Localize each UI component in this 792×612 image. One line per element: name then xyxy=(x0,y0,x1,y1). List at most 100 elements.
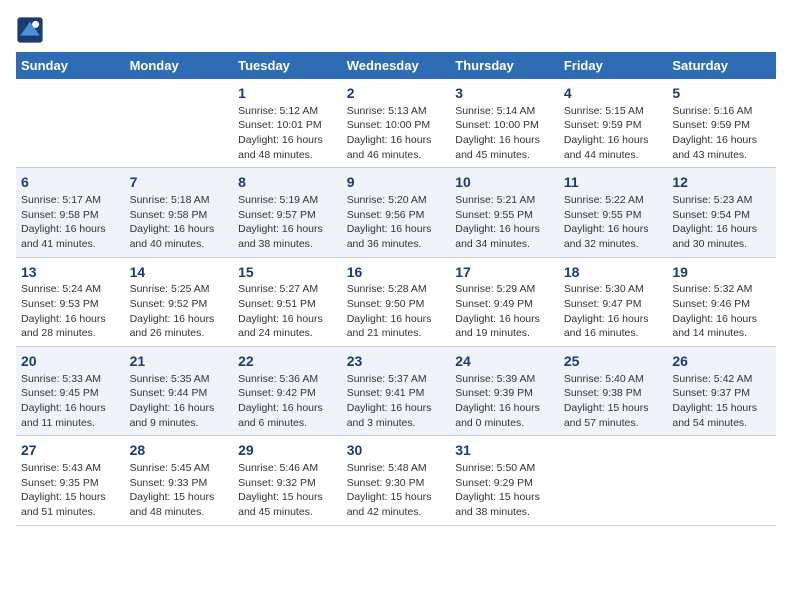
calendar-cell: 17Sunrise: 5:29 AM Sunset: 9:49 PM Dayli… xyxy=(450,257,559,346)
calendar-cell: 16Sunrise: 5:28 AM Sunset: 9:50 PM Dayli… xyxy=(342,257,451,346)
calendar-cell: 1Sunrise: 5:12 AM Sunset: 10:01 PM Dayli… xyxy=(233,79,342,168)
day-number: 18 xyxy=(564,263,663,283)
day-number: 15 xyxy=(238,263,337,283)
day-info: Sunrise: 5:20 AM Sunset: 9:56 PM Dayligh… xyxy=(347,193,446,252)
calendar-cell: 8Sunrise: 5:19 AM Sunset: 9:57 PM Daylig… xyxy=(233,168,342,257)
day-number: 17 xyxy=(455,263,554,283)
day-number: 8 xyxy=(238,173,337,193)
calendar-cell: 15Sunrise: 5:27 AM Sunset: 9:51 PM Dayli… xyxy=(233,257,342,346)
day-info: Sunrise: 5:27 AM Sunset: 9:51 PM Dayligh… xyxy=(238,282,337,341)
calendar-cell: 9Sunrise: 5:20 AM Sunset: 9:56 PM Daylig… xyxy=(342,168,451,257)
calendar-cell xyxy=(559,436,668,525)
day-info: Sunrise: 5:19 AM Sunset: 9:57 PM Dayligh… xyxy=(238,193,337,252)
day-info: Sunrise: 5:18 AM Sunset: 9:58 PM Dayligh… xyxy=(130,193,229,252)
day-info: Sunrise: 5:43 AM Sunset: 9:35 PM Dayligh… xyxy=(21,461,120,520)
day-info: Sunrise: 5:46 AM Sunset: 9:32 PM Dayligh… xyxy=(238,461,337,520)
day-number: 31 xyxy=(455,441,554,461)
calendar-cell: 6Sunrise: 5:17 AM Sunset: 9:58 PM Daylig… xyxy=(16,168,125,257)
day-info: Sunrise: 5:22 AM Sunset: 9:55 PM Dayligh… xyxy=(564,193,663,252)
calendar-cell: 3Sunrise: 5:14 AM Sunset: 10:00 PM Dayli… xyxy=(450,79,559,168)
calendar-cell: 29Sunrise: 5:46 AM Sunset: 9:32 PM Dayli… xyxy=(233,436,342,525)
week-row-4: 20Sunrise: 5:33 AM Sunset: 9:45 PM Dayli… xyxy=(16,347,776,436)
day-number: 4 xyxy=(564,84,663,104)
day-info: Sunrise: 5:21 AM Sunset: 9:55 PM Dayligh… xyxy=(455,193,554,252)
logo xyxy=(16,16,46,44)
calendar-cell xyxy=(16,79,125,168)
calendar-cell: 30Sunrise: 5:48 AM Sunset: 9:30 PM Dayli… xyxy=(342,436,451,525)
day-info: Sunrise: 5:45 AM Sunset: 9:33 PM Dayligh… xyxy=(130,461,229,520)
day-number: 1 xyxy=(238,84,337,104)
calendar-cell: 20Sunrise: 5:33 AM Sunset: 9:45 PM Dayli… xyxy=(16,347,125,436)
calendar-cell: 24Sunrise: 5:39 AM Sunset: 9:39 PM Dayli… xyxy=(450,347,559,436)
day-info: Sunrise: 5:24 AM Sunset: 9:53 PM Dayligh… xyxy=(21,282,120,341)
day-info: Sunrise: 5:17 AM Sunset: 9:58 PM Dayligh… xyxy=(21,193,120,252)
header-day-thursday: Thursday xyxy=(450,52,559,79)
week-row-3: 13Sunrise: 5:24 AM Sunset: 9:53 PM Dayli… xyxy=(16,257,776,346)
calendar-cell: 4Sunrise: 5:15 AM Sunset: 9:59 PM Daylig… xyxy=(559,79,668,168)
day-number: 13 xyxy=(21,263,120,283)
header-row: SundayMondayTuesdayWednesdayThursdayFrid… xyxy=(16,52,776,79)
week-row-2: 6Sunrise: 5:17 AM Sunset: 9:58 PM Daylig… xyxy=(16,168,776,257)
header-day-tuesday: Tuesday xyxy=(233,52,342,79)
day-number: 22 xyxy=(238,352,337,372)
day-number: 19 xyxy=(672,263,771,283)
calendar-cell: 18Sunrise: 5:30 AM Sunset: 9:47 PM Dayli… xyxy=(559,257,668,346)
day-number: 28 xyxy=(130,441,229,461)
header-day-monday: Monday xyxy=(125,52,234,79)
calendar-cell: 13Sunrise: 5:24 AM Sunset: 9:53 PM Dayli… xyxy=(16,257,125,346)
day-info: Sunrise: 5:32 AM Sunset: 9:46 PM Dayligh… xyxy=(672,282,771,341)
calendar-cell: 7Sunrise: 5:18 AM Sunset: 9:58 PM Daylig… xyxy=(125,168,234,257)
day-number: 23 xyxy=(347,352,446,372)
day-info: Sunrise: 5:42 AM Sunset: 9:37 PM Dayligh… xyxy=(672,372,771,431)
day-info: Sunrise: 5:29 AM Sunset: 9:49 PM Dayligh… xyxy=(455,282,554,341)
calendar-cell: 11Sunrise: 5:22 AM Sunset: 9:55 PM Dayli… xyxy=(559,168,668,257)
day-number: 20 xyxy=(21,352,120,372)
day-number: 24 xyxy=(455,352,554,372)
day-number: 27 xyxy=(21,441,120,461)
calendar-cell: 19Sunrise: 5:32 AM Sunset: 9:46 PM Dayli… xyxy=(667,257,776,346)
day-number: 11 xyxy=(564,173,663,193)
week-row-1: 1Sunrise: 5:12 AM Sunset: 10:01 PM Dayli… xyxy=(16,79,776,168)
logo-icon xyxy=(16,16,44,44)
day-info: Sunrise: 5:15 AM Sunset: 9:59 PM Dayligh… xyxy=(564,104,663,163)
day-number: 2 xyxy=(347,84,446,104)
calendar-cell: 21Sunrise: 5:35 AM Sunset: 9:44 PM Dayli… xyxy=(125,347,234,436)
day-number: 5 xyxy=(672,84,771,104)
calendar-cell: 27Sunrise: 5:43 AM Sunset: 9:35 PM Dayli… xyxy=(16,436,125,525)
day-info: Sunrise: 5:30 AM Sunset: 9:47 PM Dayligh… xyxy=(564,282,663,341)
calendar-header: SundayMondayTuesdayWednesdayThursdayFrid… xyxy=(16,52,776,79)
day-number: 7 xyxy=(130,173,229,193)
calendar-cell xyxy=(667,436,776,525)
day-number: 10 xyxy=(455,173,554,193)
day-number: 21 xyxy=(130,352,229,372)
day-number: 9 xyxy=(347,173,446,193)
day-number: 12 xyxy=(672,173,771,193)
calendar-cell: 23Sunrise: 5:37 AM Sunset: 9:41 PM Dayli… xyxy=(342,347,451,436)
calendar-cell xyxy=(125,79,234,168)
calendar-cell: 25Sunrise: 5:40 AM Sunset: 9:38 PM Dayli… xyxy=(559,347,668,436)
header-day-saturday: Saturday xyxy=(667,52,776,79)
header-day-wednesday: Wednesday xyxy=(342,52,451,79)
day-info: Sunrise: 5:33 AM Sunset: 9:45 PM Dayligh… xyxy=(21,372,120,431)
day-number: 14 xyxy=(130,263,229,283)
day-number: 26 xyxy=(672,352,771,372)
calendar-cell: 2Sunrise: 5:13 AM Sunset: 10:00 PM Dayli… xyxy=(342,79,451,168)
calendar-cell: 12Sunrise: 5:23 AM Sunset: 9:54 PM Dayli… xyxy=(667,168,776,257)
calendar-cell: 31Sunrise: 5:50 AM Sunset: 9:29 PM Dayli… xyxy=(450,436,559,525)
day-number: 6 xyxy=(21,173,120,193)
day-info: Sunrise: 5:28 AM Sunset: 9:50 PM Dayligh… xyxy=(347,282,446,341)
header-day-friday: Friday xyxy=(559,52,668,79)
day-number: 16 xyxy=(347,263,446,283)
day-number: 25 xyxy=(564,352,663,372)
calendar-cell: 10Sunrise: 5:21 AM Sunset: 9:55 PM Dayli… xyxy=(450,168,559,257)
calendar-cell: 22Sunrise: 5:36 AM Sunset: 9:42 PM Dayli… xyxy=(233,347,342,436)
calendar-cell: 26Sunrise: 5:42 AM Sunset: 9:37 PM Dayli… xyxy=(667,347,776,436)
calendar-table: SundayMondayTuesdayWednesdayThursdayFrid… xyxy=(16,52,776,526)
day-info: Sunrise: 5:39 AM Sunset: 9:39 PM Dayligh… xyxy=(455,372,554,431)
day-info: Sunrise: 5:23 AM Sunset: 9:54 PM Dayligh… xyxy=(672,193,771,252)
calendar-cell: 28Sunrise: 5:45 AM Sunset: 9:33 PM Dayli… xyxy=(125,436,234,525)
day-info: Sunrise: 5:35 AM Sunset: 9:44 PM Dayligh… xyxy=(130,372,229,431)
day-info: Sunrise: 5:40 AM Sunset: 9:38 PM Dayligh… xyxy=(564,372,663,431)
day-info: Sunrise: 5:16 AM Sunset: 9:59 PM Dayligh… xyxy=(672,104,771,163)
calendar-cell: 5Sunrise: 5:16 AM Sunset: 9:59 PM Daylig… xyxy=(667,79,776,168)
